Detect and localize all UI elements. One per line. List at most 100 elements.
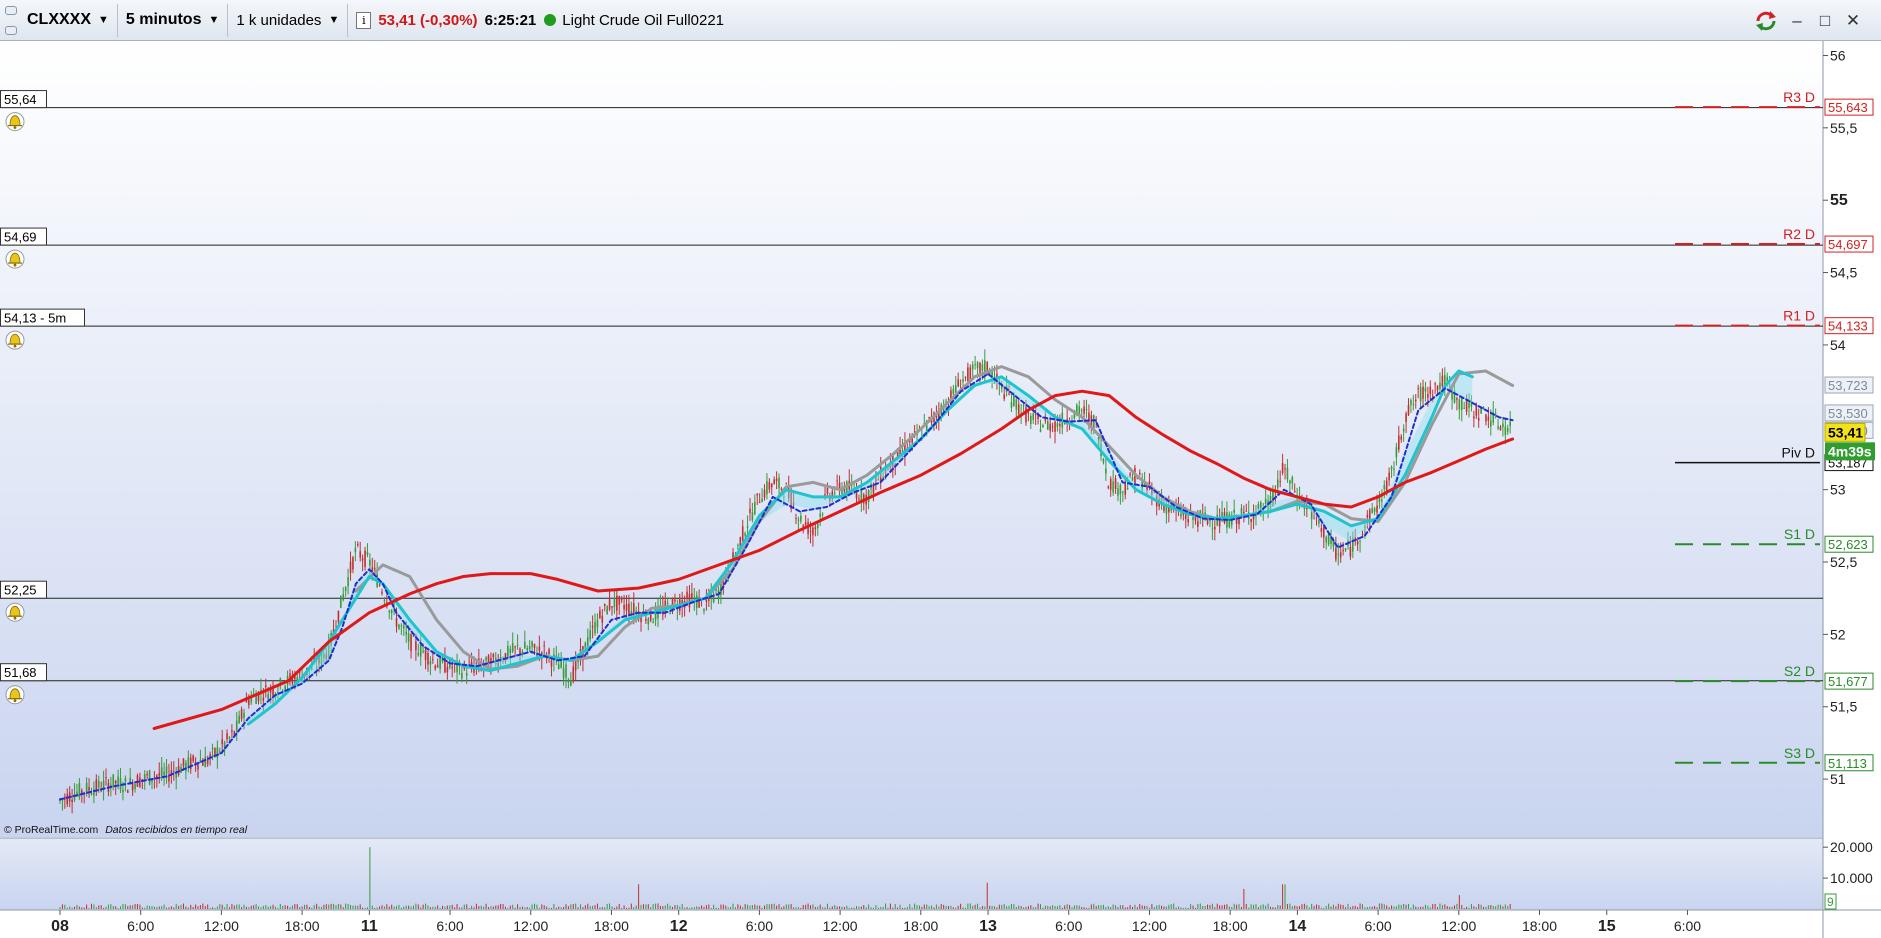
candle-body [625,604,628,611]
candle-body [766,481,768,495]
x-tick-label: 6:00 [1674,918,1701,934]
candle-body [1102,458,1105,463]
candle-body [1361,533,1364,535]
pivot-value: 51,113 [1828,756,1867,771]
candle-body [156,775,158,778]
pivot-name: Piv D [1782,445,1815,461]
x-tick-label: 6:00 [127,918,154,934]
candle-body [211,748,214,750]
candle-body [1030,415,1032,425]
candle-body [427,652,429,665]
price-chart[interactable]: 55,64 54,69 54,13 - 5m 52,25 51,68 R3 D 55,64… [0,41,1881,938]
candle-body [511,642,514,652]
candle-body [613,597,616,608]
x-tick-label: 6:00 [436,918,463,934]
symbol-label: CLXXXX [27,11,92,28]
candle-body [509,648,512,654]
chart-toolbar: CLXXXX ▼ 5 minutos ▼ 1 k unidades ▼ i 53… [0,0,1881,41]
candle-body [349,561,352,573]
candle-body [369,559,371,566]
candle-body [1422,386,1424,399]
candle-body [1439,382,1441,389]
alert-line-label: 52,25 [4,583,37,598]
candle-body [1497,426,1499,429]
candle-body [1250,518,1252,522]
bell-icon[interactable] [5,249,25,269]
candle-body [516,644,519,646]
candle-body [526,648,529,651]
candle-body [1085,409,1088,411]
bell-icon[interactable] [5,330,25,350]
candle-body [1281,463,1284,473]
candle-body [1458,399,1461,410]
sync-icon[interactable] [1753,8,1779,34]
candle-body [1105,468,1107,474]
bell-icon-clapper [13,126,17,129]
candle-body [76,791,78,794]
candle-body [1180,513,1182,517]
close-button[interactable]: ✕ [1843,10,1863,32]
candle-body [122,789,124,793]
candle-body [231,730,233,732]
candle-body [1460,397,1463,411]
candle-body [976,362,979,369]
volume-background [0,838,1823,910]
candle-body [267,694,270,700]
candle-body [954,385,957,393]
units-selector[interactable]: 1 k unidades ▼ [228,3,349,37]
candle-body [1042,425,1044,428]
candle-body [1003,394,1005,399]
candle-body [1417,388,1419,390]
quote-time: 6:25:21 [484,11,537,29]
candle-body [451,666,454,669]
candle-body [606,606,608,615]
x-tick-label: 12:00 [204,918,239,934]
candle-body [645,619,647,621]
candle-body [1088,412,1090,421]
bell-icon[interactable] [5,685,25,705]
symbol-selector[interactable]: CLXXXX ▼ [19,3,118,37]
bell-icon[interactable] [5,112,25,132]
candle-body [538,646,541,651]
x-tick-label: 12:00 [1441,918,1476,934]
x-tick-label: 11 [361,918,378,935]
candle-body [1475,405,1478,416]
candle-body [192,755,194,762]
candle-body [1499,426,1502,431]
alert-line-label: 54,69 [4,230,37,245]
candle-body [243,712,245,718]
candle-body [1337,554,1340,556]
candle-body [1431,395,1434,397]
candle-body [833,492,836,494]
candle-body [1044,419,1047,421]
indicator-value: 53,723 [1828,378,1868,393]
status-dot-icon [544,14,557,26]
candle-body [562,668,565,679]
info-icon[interactable]: i [356,11,372,29]
x-tick-label: 12:00 [823,918,858,934]
pivot-value: 54,697 [1828,237,1868,252]
candle-body [1107,486,1110,488]
candle-body [1276,479,1279,488]
candle-body [90,793,93,795]
candle-body [1049,423,1051,432]
candle-body [66,794,69,805]
timeframe-selector[interactable]: 5 minutos ▼ [118,3,229,37]
candle-body [1402,428,1405,432]
candle-body [402,625,405,629]
candle-body [1291,477,1294,484]
maximize-button[interactable]: □ [1815,10,1835,32]
candle-body [272,688,274,697]
pivot-name: S2 D [1784,663,1815,679]
bell-icon[interactable] [5,602,25,622]
candle-body [550,660,553,667]
candle-body [434,665,437,669]
pivot-name: R2 D [1783,226,1815,242]
candle-body [589,630,591,640]
candle-body [197,764,199,770]
candle-body [1286,467,1289,480]
candle-body [417,653,420,656]
minimize-button[interactable]: – [1787,10,1807,32]
candle-body [485,656,487,661]
toolbar-grip-icon[interactable] [5,5,19,35]
